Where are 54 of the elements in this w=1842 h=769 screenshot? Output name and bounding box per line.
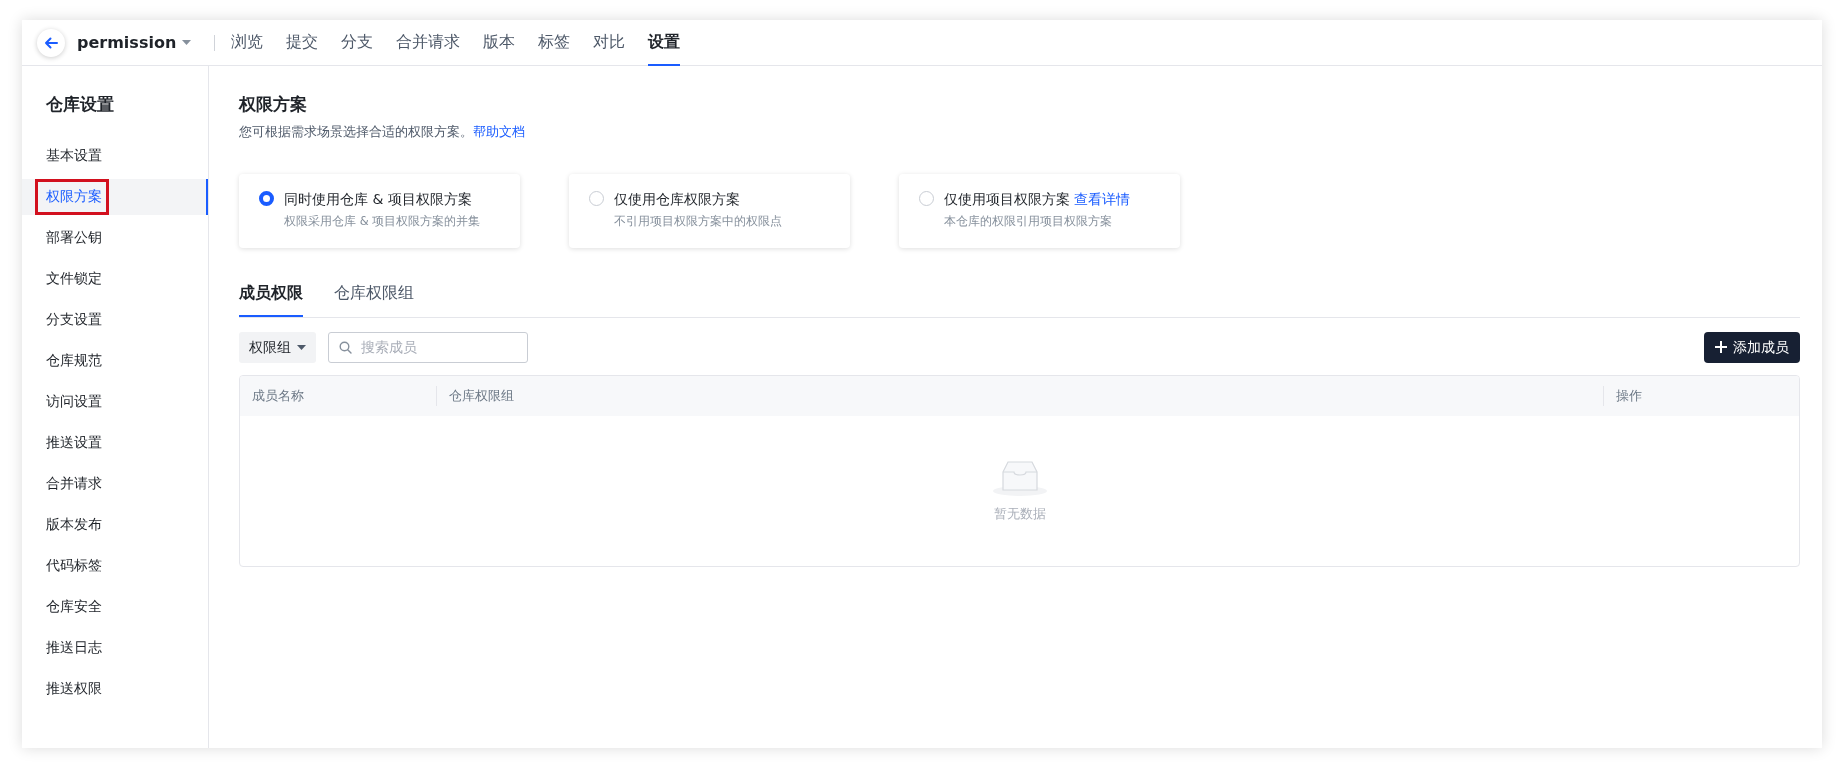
sidebar-item[interactable]: 部署公钥 — [22, 219, 208, 256]
sidebar-item[interactable]: 仓库安全 — [22, 588, 208, 625]
repo-selector[interactable]: permission — [77, 30, 192, 55]
caret-icon — [182, 40, 192, 45]
sidebar-item[interactable]: 权限方案 — [22, 178, 208, 215]
sidebar-item[interactable]: 基本设置 — [22, 137, 208, 174]
caret-icon — [297, 344, 306, 350]
scheme-option-card[interactable]: 仅使用仓库权限方案 不引用项目权限方案中的权限点 — [569, 173, 850, 248]
empty-state-text: 暂无数据 — [993, 505, 1046, 524]
sidebar-item[interactable]: 访问设置 — [22, 383, 208, 420]
empty-box-icon — [991, 458, 1048, 499]
sidebar-item[interactable]: 版本发布 — [22, 506, 208, 543]
sidebar-item[interactable]: 代码标签 — [22, 547, 208, 584]
column-header: 操作 — [1603, 385, 1799, 406]
nav-tab[interactable]: 提交 — [286, 19, 319, 66]
search-field[interactable]: 搜索成员 — [328, 331, 528, 363]
details-link[interactable]: 查看详情 — [1074, 190, 1131, 207]
nav-tab[interactable]: 合并请求 — [396, 19, 461, 66]
scheme-option-card[interactable]: 同时使用仓库 & 项目权限方案 权限采用仓库 & 项目权限方案的并集 — [239, 173, 520, 248]
nav-tab[interactable]: 浏览 — [231, 19, 264, 66]
page-title: 权限方案 — [239, 94, 308, 115]
filter-dropdown[interactable]: 权限组 — [239, 331, 316, 363]
option-description: 不引用项目权限方案中的权限点 — [614, 212, 782, 230]
sidebar-item[interactable]: 仓库规范 — [22, 342, 208, 379]
sidebar-item[interactable]: 推送权限 — [22, 670, 208, 707]
radio-button[interactable] — [259, 190, 274, 206]
content-tab[interactable]: 仓库权限组 — [334, 280, 414, 317]
add-member-button[interactable]: 添加成员 — [1704, 331, 1800, 363]
option-description: 本仓库的权限引用项目权限方案 — [944, 212, 1113, 230]
nav-tab[interactable]: 版本 — [483, 19, 516, 66]
column-header: 成员名称 — [251, 386, 305, 405]
search-icon — [339, 340, 352, 354]
sidebar-title: 仓库设置 — [45, 93, 115, 116]
sidebar-item[interactable]: 文件锁定 — [22, 260, 208, 297]
nav-tab[interactable]: 分支 — [341, 19, 374, 66]
nav-tab[interactable]: 对比 — [593, 19, 626, 66]
plus-icon — [1715, 341, 1727, 354]
back-arrow-icon — [44, 36, 58, 49]
sidebar-item[interactable]: 分支设置 — [22, 301, 208, 338]
description-text: 您可根据需求场景选择合适的权限方案。帮助文档 — [239, 123, 526, 142]
column-header: 仓库权限组 — [436, 385, 1603, 406]
back-button[interactable] — [37, 28, 65, 57]
scheme-option-card[interactable]: 仅使用项目权限方案 查看详情 本仓库的权限引用项目权限方案 — [899, 173, 1180, 248]
nav-tab[interactable]: 设置 — [648, 19, 681, 66]
option-title: 仅使用仓库权限方案 — [614, 189, 741, 209]
help-link[interactable]: 帮助文档 — [473, 124, 525, 140]
content-tab[interactable]: 成员权限 — [239, 280, 303, 317]
sidebar-item[interactable]: 推送日志 — [22, 629, 208, 666]
option-title: 同时使用仓库 & 项目权限方案 — [284, 189, 473, 209]
sidebar-item[interactable]: 推送设置 — [22, 424, 208, 461]
option-description: 权限采用仓库 & 项目权限方案的并集 — [284, 212, 481, 230]
sidebar-item[interactable]: 合并请求 — [22, 465, 208, 502]
option-title: 仅使用项目权限方案 查看详情 — [944, 189, 1131, 209]
nav-tab[interactable]: 标签 — [538, 19, 571, 66]
